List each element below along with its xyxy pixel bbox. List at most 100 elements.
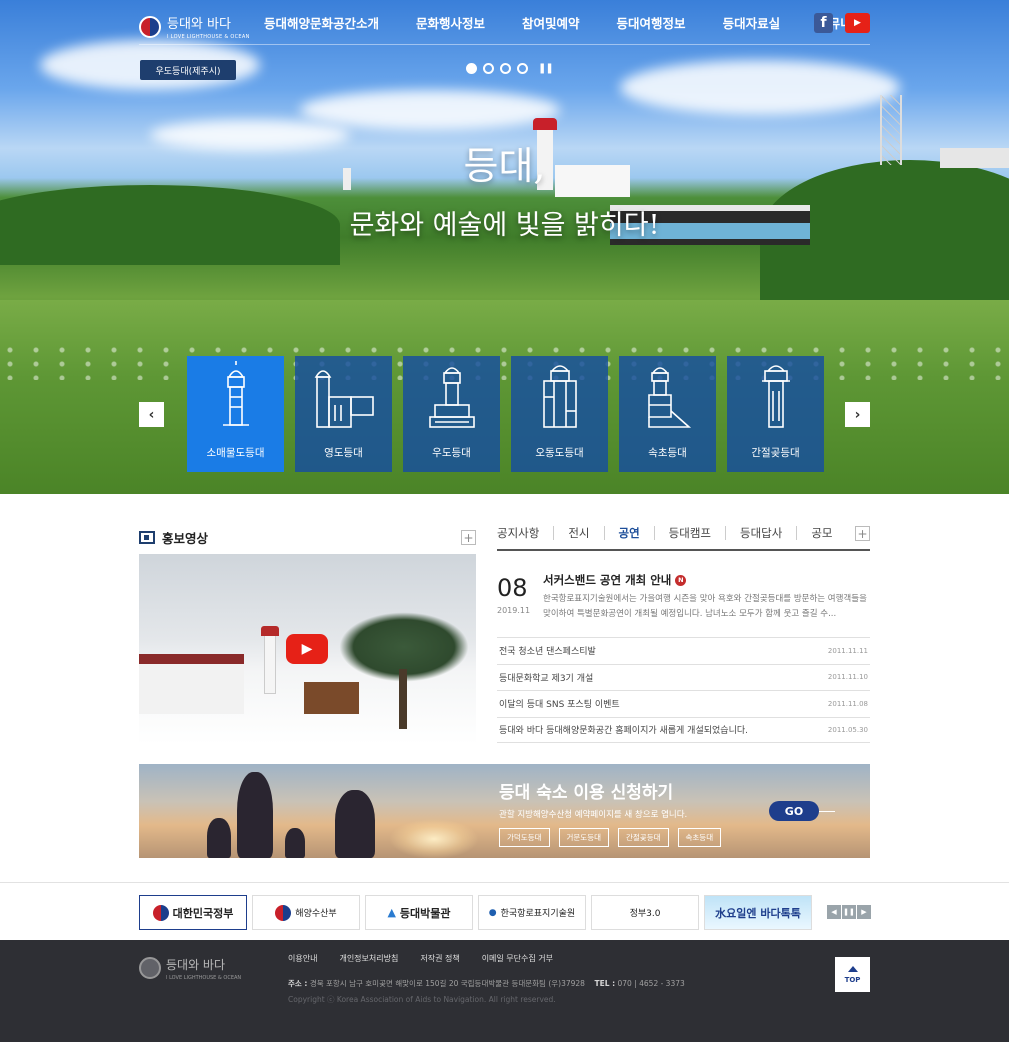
nav-item-intro[interactable]: 등대해양문화공간소개 [264, 13, 379, 32]
next-arrow-icon[interactable]: › [845, 402, 870, 427]
list-item-title: 전국 청소년 댄스페스티발 [499, 647, 596, 658]
banner-tag-button[interactable]: 거문도등대 [558, 828, 609, 847]
footer-link-copyright[interactable]: 저작권 정책 [420, 953, 459, 964]
lighthouse-card-label: 간절곶등대 [751, 447, 800, 459]
banner-tag-button[interactable]: 간절곶등대 [618, 828, 669, 847]
lighthouse-card-sokcho[interactable]: 속초등대 [619, 356, 716, 472]
location-tag: 우도등대(제주시) [140, 60, 236, 80]
site-logo[interactable]: 등대와 바다 I LOVE LIGHTHOUSE & OCEAN [139, 13, 250, 40]
youtube-icon[interactable]: ▶ [845, 13, 870, 33]
lighthouse-icon [222, 361, 249, 426]
top-button[interactable]: TOP [835, 957, 870, 992]
partner-gov[interactable]: 대한민국정부 [139, 895, 247, 930]
cloud [620, 60, 900, 115]
partner-wed-ocean[interactable]: 水요일엔 바다톡톡 [704, 895, 812, 930]
pause-icon[interactable]: ❚❚ [538, 63, 554, 74]
banner-title: 등대 숙소 이용 신청하기 [499, 783, 674, 803]
next-icon[interactable]: ▶ [857, 905, 871, 919]
taegeuk-icon [139, 15, 161, 38]
footer-link-privacy[interactable]: 개인정보처리방침 [339, 953, 398, 964]
partner-kaiso[interactable]: ● 한국항로표지기술원 [478, 895, 586, 930]
partner-gov30[interactable]: 정부3.0 [591, 895, 699, 930]
partner-label: 정부3.0 [629, 909, 661, 919]
lighthouse-card-yeongdo[interactable]: 영도등대 [295, 356, 392, 472]
play-icon[interactable]: ▶ [286, 634, 328, 664]
banner-tags: 가덕도등대 거문도등대 간절곶등대 속초등대 [499, 828, 722, 847]
prev-arrow-icon[interactable]: ‹ [139, 402, 164, 427]
museum-icon: ▲ [387, 906, 396, 919]
tab-camp[interactable]: 등대캠프 [653, 526, 725, 540]
lighthouse-card-ganjeolgot[interactable]: 간절곶등대 [727, 356, 824, 472]
featured-title: 서커스밴드 공연 개최 안내 N [543, 572, 687, 588]
site-footer: 등대와 바다 I LOVE LIGHTHOUSE & OCEAN 이용안내 개인… [0, 940, 1009, 1042]
lighthouse-icon [542, 365, 577, 428]
partner-museum[interactable]: ▲ 등대박물관 [365, 895, 473, 930]
slider-dot[interactable] [466, 63, 477, 74]
facebook-icon[interactable]: f [814, 13, 833, 33]
video-house [139, 654, 244, 714]
lighthouse-card-odongdo[interactable]: 오동도등대 [511, 356, 608, 472]
lighthouse-card-label: 속초등대 [648, 447, 687, 459]
arrow-up-icon [847, 965, 858, 972]
tab-field-trip[interactable]: 등대답사 [725, 526, 796, 540]
lighthouse-card-somaemuldo[interactable]: 소매물도등대 [187, 356, 284, 472]
list-item-date: 2011.11.11 [827, 646, 868, 655]
list-item[interactable]: 이달의 등대 SNS 포스팅 이벤트 2011.11.08 [497, 690, 870, 717]
banner-sun [389, 819, 479, 858]
list-item[interactable]: 등대문화학교 제3기 개설 2011.11.10 [497, 663, 870, 691]
tab-notice[interactable]: 공지사항 [497, 526, 553, 540]
nav-item-reservation[interactable]: 참여및예약 [522, 13, 580, 32]
logo-subtext: I LOVE LIGHTHOUSE & OCEAN [167, 34, 250, 40]
lighthouse-icon [761, 365, 790, 428]
slider-dot[interactable] [483, 63, 494, 74]
list-item-title: 등대문화학교 제3기 개설 [499, 673, 594, 684]
list-item[interactable]: 등대와 바다 등대해양문화공간 홈페이지가 새롭게 개설되었습니다. 2011.… [497, 716, 870, 743]
partner-mof[interactable]: 해양수산부 [252, 895, 360, 930]
news-list: 전국 청소년 댄스페스티발 2011.11.11 등대문화학교 제3기 개설 2… [497, 637, 870, 743]
partner-controls: ◀ ❚❚ ▶ [827, 905, 871, 919]
banner-tag-button[interactable]: 가덕도등대 [499, 828, 550, 847]
nav-item-events[interactable]: 문화행사정보 [416, 13, 485, 32]
slider-dot[interactable] [500, 63, 511, 74]
more-plus-icon[interactable]: + [461, 530, 476, 545]
lighthouse-icon [314, 370, 374, 428]
tab-contest[interactable]: 공모 [796, 526, 846, 540]
banner-tag-button[interactable]: 속초등대 [677, 828, 722, 847]
list-item[interactable]: 전국 청소년 댄스페스티발 2011.11.11 [497, 637, 870, 664]
slider-dots: ❚❚ [466, 63, 554, 74]
slider-dot[interactable] [517, 63, 528, 74]
top-label: TOP [844, 975, 861, 984]
lighthouse-card-label: 영도등대 [324, 447, 363, 459]
promo-video-title: 홍보영상 [162, 531, 209, 546]
list-item-date: 2011.11.08 [827, 699, 868, 708]
lighthouse-cards: 소매물도등대 영도등대 우도등대 오동도등대 속초등대 간절곶등대 [187, 356, 824, 472]
prev-icon[interactable]: ◀ [827, 905, 841, 919]
footer-link-guide[interactable]: 이용안내 [288, 953, 317, 964]
nav-item-archive[interactable]: 등대자료실 [723, 13, 781, 32]
tab-exhibition[interactable]: 전시 [553, 526, 603, 540]
address-text: 경북 포항시 남구 호미곶면 해맞이로 150길 20 국립등대박물관 등대문화… [309, 979, 585, 988]
new-badge: N [675, 574, 687, 586]
banner-figure [285, 828, 305, 858]
lighthouse-card-udo[interactable]: 우도등대 [403, 356, 500, 472]
hero-section: 등대와 바다 I LOVE LIGHTHOUSE & OCEAN 등대해양문화공… [0, 0, 1009, 494]
video-cabin [304, 682, 359, 714]
nav-item-travel[interactable]: 등대여행정보 [617, 13, 686, 32]
pause-icon[interactable]: ❚❚ [842, 905, 856, 919]
footer-logo-subtext: I LOVE LIGHTHOUSE & OCEAN [166, 975, 242, 981]
promo-video-player[interactable]: ▶ [139, 554, 476, 744]
go-button[interactable]: GO [769, 801, 819, 821]
lighthouse-lamp [533, 118, 557, 130]
tab-performance[interactable]: 공연 [603, 526, 654, 540]
taegeuk-icon [152, 904, 169, 921]
partner-label: 水요일엔 바다톡톡 [715, 906, 801, 920]
footer-logo-text: 등대와 바다 [166, 958, 226, 972]
footer-copyright: Copyright ⓒ Korea Association of Aids to… [288, 995, 556, 1004]
lighthouse-card-label: 소매물도등대 [206, 447, 265, 459]
go-arrow-icon [819, 811, 835, 812]
more-plus-icon[interactable]: + [855, 526, 870, 541]
footer-link-email-policy[interactable]: 이메일 무단수집 거부 [482, 953, 553, 964]
tel-text: 070 | 4652 - 3373 [617, 979, 685, 988]
lighthouse-card-label: 우도등대 [432, 447, 471, 459]
promo-video-header: 홍보영상 + [139, 528, 476, 547]
